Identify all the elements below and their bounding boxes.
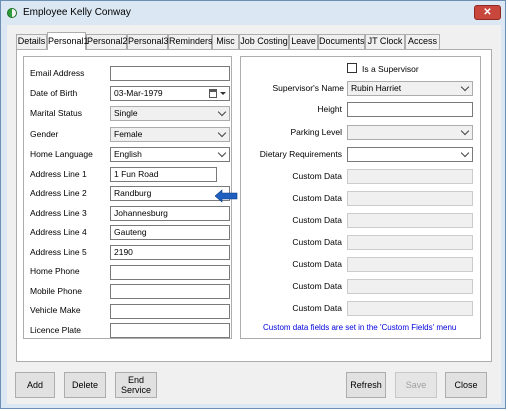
save-button[interactable]: Save [395, 372, 437, 398]
dietary-label: Dietary Requirements [259, 149, 342, 159]
marital-label: Marital Status [30, 108, 82, 118]
licence-plate-label: Licence Plate [30, 325, 82, 335]
is-supervisor-checkbox[interactable] [347, 63, 357, 73]
refresh-button[interactable]: Refresh [346, 372, 386, 398]
tab-access[interactable]: Access [405, 34, 440, 49]
supervisor-custom-group: Is a Supervisor Supervisor's Name Rubin … [240, 56, 481, 339]
custom-data-label-6: Custom Data [292, 281, 342, 291]
address4-field[interactable]: Gauteng [110, 225, 230, 240]
window-close-button[interactable]: ✕ [474, 5, 501, 20]
custom-data-field-6 [347, 279, 473, 294]
tab-job-costing[interactable]: Job Costing [239, 34, 289, 49]
window-title: Employee Kelly Conway [23, 7, 131, 18]
custom-data-label-1: Custom Data [292, 171, 342, 181]
vehicle-make-field[interactable] [110, 304, 230, 319]
custom-data-field-3 [347, 213, 473, 228]
dropdown-arrow-icon [220, 92, 226, 95]
email-label: Email Address [30, 68, 85, 78]
address1-label: Address Line 1 [30, 169, 87, 179]
custom-data-label-3: Custom Data [292, 215, 342, 225]
dietary-select[interactable] [347, 147, 473, 162]
close-button[interactable]: Close [445, 372, 487, 398]
parking-level-label: Parking Level [290, 127, 342, 137]
dob-value: 03-Mar-1979 [114, 88, 163, 98]
custom-data-field-2 [347, 191, 473, 206]
vehicle-make-label: Vehicle Make [30, 305, 81, 315]
mobile-phone-label: Mobile Phone [30, 286, 82, 296]
chevron-down-icon [217, 148, 227, 158]
gender-select[interactable]: Female [110, 127, 230, 142]
height-field[interactable] [347, 102, 473, 117]
licence-plate-field[interactable] [110, 323, 230, 338]
tab-documents[interactable]: Documents [318, 34, 365, 49]
language-value: English [114, 149, 142, 159]
tab-personal2[interactable]: Personal2 [86, 34, 128, 49]
address4-label: Address Line 4 [30, 227, 87, 237]
title-bar: Employee Kelly Conway ✕ [1, 1, 505, 25]
custom-data-field-7 [347, 301, 473, 316]
home-phone-label: Home Phone [30, 266, 80, 276]
address3-label: Address Line 3 [30, 208, 87, 218]
mobile-phone-field[interactable] [110, 284, 230, 299]
custom-data-label-7: Custom Data [292, 303, 342, 313]
custom-data-field-4 [347, 235, 473, 250]
arrow-left-icon [215, 189, 238, 203]
delete-button[interactable]: Delete [64, 372, 106, 398]
address5-label: Address Line 5 [30, 247, 87, 257]
custom-data-label-5: Custom Data [292, 259, 342, 269]
is-supervisor-label: Is a Supervisor [362, 64, 419, 74]
chevron-down-icon [460, 148, 470, 158]
marital-status-select[interactable]: Single [110, 106, 230, 121]
home-language-select[interactable]: English [110, 147, 230, 162]
address3-field[interactable]: Johannesburg [110, 206, 230, 221]
chevron-down-icon [217, 107, 227, 117]
dob-label: Date of Birth [30, 88, 78, 98]
parking-level-select[interactable] [347, 125, 473, 140]
supervisor-name-value: Rubin Harriet [351, 83, 402, 93]
personal1-panel: Email Address Date of Birth 03-Mar-1979 … [16, 49, 492, 362]
calendar-icon [209, 89, 217, 98]
personal-details-group: Email Address Date of Birth 03-Mar-1979 … [23, 56, 232, 339]
end-service-button[interactable]: End Service [115, 372, 157, 398]
home-phone-field[interactable] [110, 265, 230, 280]
address2-field[interactable]: Randburg [110, 186, 230, 201]
custom-data-field-5 [347, 257, 473, 272]
dob-picker[interactable]: 03-Mar-1979 [110, 86, 230, 101]
language-label: Home Language [30, 149, 93, 159]
custom-data-field-1 [347, 169, 473, 184]
custom-data-label-4: Custom Data [292, 237, 342, 247]
custom-data-label-2: Custom Data [292, 193, 342, 203]
tab-reminders[interactable]: Reminders [168, 34, 213, 49]
address1-field[interactable]: 1 Fun Road [110, 167, 217, 182]
tab-personal3[interactable]: Personal3 [127, 34, 169, 49]
email-field[interactable] [110, 66, 230, 81]
supervisor-name-label: Supervisor's Name [272, 83, 344, 93]
dialog-client-area: Details Personal1 Personal2 Personal3 Re… [7, 25, 501, 404]
chevron-down-icon [460, 126, 470, 136]
employee-window: Employee Kelly Conway ✕ Details Personal… [0, 0, 506, 409]
marital-value: Single [114, 108, 138, 118]
gender-value: Female [114, 129, 143, 139]
height-label: Height [317, 104, 342, 114]
chevron-down-icon [460, 82, 470, 92]
tab-personal1[interactable]: Personal1 [47, 32, 89, 50]
tab-details[interactable]: Details [16, 34, 47, 49]
chevron-down-icon [217, 128, 227, 138]
tab-misc[interactable]: Misc [212, 34, 239, 49]
tab-jt-clock[interactable]: JT Clock [365, 34, 405, 49]
address2-label: Address Line 2 [30, 188, 87, 198]
add-button[interactable]: Add [15, 372, 55, 398]
end-service-label-line1: End [127, 375, 144, 385]
end-service-label-line2: Service [120, 385, 151, 395]
tab-leave[interactable]: Leave [289, 34, 318, 49]
app-icon [7, 8, 17, 18]
supervisor-name-select[interactable]: Rubin Harriet [347, 81, 473, 96]
custom-fields-note: Custom data fields are set in the 'Custo… [263, 323, 457, 332]
address5-field[interactable]: 2190 [110, 245, 230, 260]
gender-label: Gender [30, 129, 59, 139]
